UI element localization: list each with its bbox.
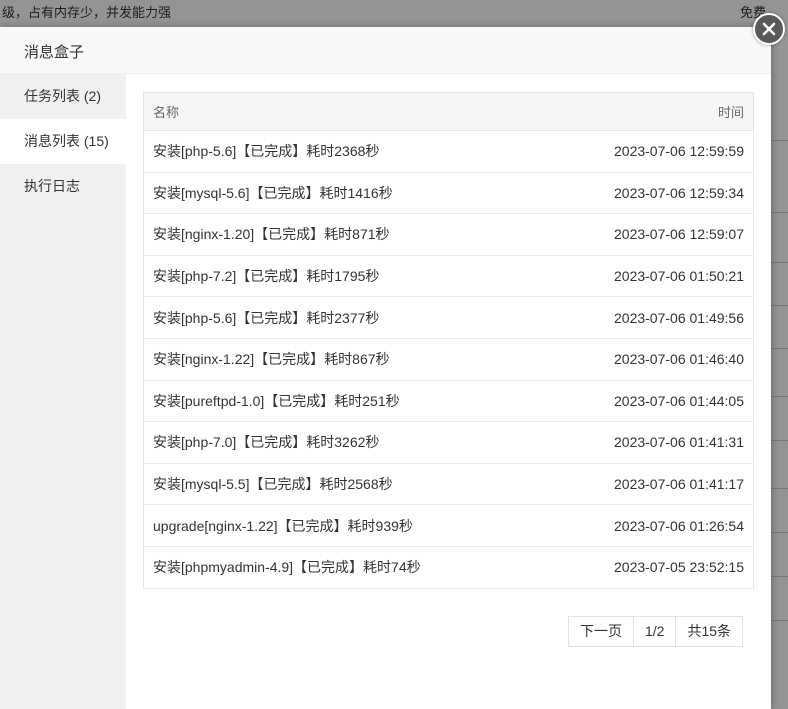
message-name: upgrade[nginx-1.22]【已完成】耗时939秒: [153, 517, 413, 534]
sidebar-item-execution-log[interactable]: 执行日志: [0, 164, 126, 209]
message-name: 安装[php-5.6]【已完成】耗时2368秒: [153, 143, 380, 160]
table-row: 安装[php-5.6]【已完成】耗时2368秒 2023-07-06 12:59…: [143, 131, 754, 173]
next-page-button[interactable]: 下一页: [569, 617, 634, 646]
column-header-name: 名称: [143, 92, 546, 131]
table-row: 安装[php-5.6]【已完成】耗时2377秒 2023-07-06 01:49…: [143, 297, 754, 339]
message-time: 2023-07-06 01:41:17: [614, 476, 744, 493]
message-name: 安装[phpmyadmin-4.9]【已完成】耗时74秒: [153, 559, 421, 576]
message-time: 2023-07-06 12:59:34: [614, 184, 744, 201]
sidebar-item-message-list[interactable]: 消息列表 (15): [0, 119, 126, 164]
message-name: 安装[nginx-1.22]【已完成】耗时867秒: [153, 351, 390, 368]
total-count: 共15条: [687, 623, 732, 639]
message-time: 2023-07-06 01:46:40: [614, 351, 744, 368]
message-time: 2023-07-06 12:59:07: [614, 226, 744, 243]
table-row: 安装[mysql-5.6]【已完成】耗时1416秒 2023-07-06 12:…: [143, 172, 754, 214]
message-name: 安装[pureftpd-1.0]【已完成】耗时251秒: [153, 392, 400, 409]
table-row: 安装[mysql-5.5]【已完成】耗时2568秒 2023-07-06 01:…: [143, 463, 754, 505]
table-row: 安装[nginx-1.22]【已完成】耗时867秒 2023-07-06 01:…: [143, 338, 754, 381]
message-list-panel: 名称 时间 安装[php-5.6]【已完成】耗时2368秒 2023-07-06…: [143, 92, 754, 589]
message-name: 安装[php-5.6]【已完成】耗时2377秒: [153, 309, 380, 326]
column-header-time: 时间: [545, 92, 754, 131]
message-time: 2023-07-06 01:49:56: [614, 309, 744, 326]
sidebar-item-label: 任务列表 (2): [24, 88, 101, 104]
message-name: 安装[php-7.2]【已完成】耗时1795秒: [153, 268, 380, 285]
table-row: 安装[php-7.0]【已完成】耗时3262秒 2023-07-06 01:41…: [143, 422, 754, 464]
message-name: 安装[mysql-5.5]【已完成】耗时2568秒: [153, 476, 393, 493]
message-name: 安装[nginx-1.20]【已完成】耗时871秒: [153, 226, 390, 243]
table-row: 安装[phpmyadmin-4.9]【已完成】耗时74秒 2023-07-05 …: [143, 546, 754, 589]
table-row: 安装[nginx-1.20]【已完成】耗时871秒 2023-07-06 12:…: [143, 214, 754, 256]
pagination: 下一页 1/2 共15条: [568, 616, 744, 647]
message-time: 2023-07-06 01:44:05: [614, 392, 744, 409]
close-icon: [762, 22, 776, 36]
sidebar-item-label: 执行日志: [24, 178, 80, 194]
message-name: 安装[mysql-5.6]【已完成】耗时1416秒: [153, 184, 393, 201]
dialog-header: 消息盒子: [0, 27, 771, 74]
page-indicator: 1/2: [634, 617, 677, 646]
dialog-title: 消息盒子: [24, 44, 85, 61]
table-row: 安装[pureftpd-1.0]【已完成】耗时251秒 2023-07-06 0…: [143, 380, 754, 422]
message-time: 2023-07-06 01:41:31: [614, 434, 744, 451]
message-time: 2023-07-06 01:50:21: [614, 268, 744, 285]
close-button[interactable]: [753, 13, 785, 45]
message-box-dialog: 消息盒子 任务列表 (2) 消息列表 (15) 执行日志 名称 时间 安装[ph…: [0, 27, 771, 709]
table-header-row: 名称 时间: [143, 92, 754, 131]
message-name: 安装[php-7.0]【已完成】耗时3262秒: [153, 434, 380, 451]
message-time: 2023-07-05 23:52:15: [614, 559, 744, 576]
message-time: 2023-07-06 12:59:59: [614, 143, 744, 160]
sidebar-item-task-list[interactable]: 任务列表 (2): [0, 74, 126, 119]
table-row: upgrade[nginx-1.22]【已完成】耗时939秒 2023-07-0…: [143, 505, 754, 547]
table-row: 安装[php-7.2]【已完成】耗时1795秒 2023-07-06 01:50…: [143, 255, 754, 297]
sidebar-item-label: 消息列表 (15): [24, 133, 109, 149]
dialog-sidebar: 任务列表 (2) 消息列表 (15) 执行日志: [0, 74, 126, 709]
message-time: 2023-07-06 01:26:54: [614, 517, 744, 534]
message-table: 名称 时间 安装[php-5.6]【已完成】耗时2368秒 2023-07-06…: [143, 92, 754, 589]
